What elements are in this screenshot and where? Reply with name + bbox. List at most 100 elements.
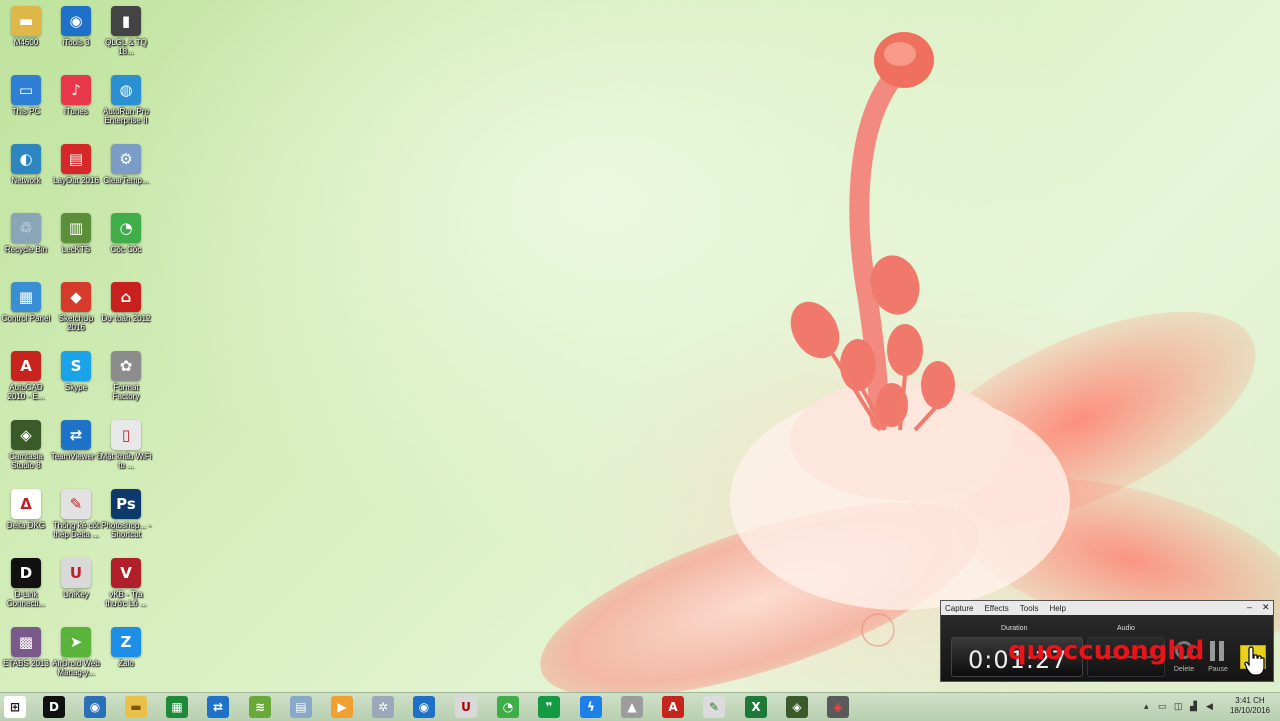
desktop-icon-label: Control Panel — [1, 314, 51, 323]
taskbar-camtasia-taskbar-icon[interactable]: ◈ — [786, 696, 808, 718]
itunes-icon: ♪ — [61, 75, 91, 105]
taskbar-acad-taskbar-icon[interactable]: A — [662, 696, 684, 718]
desktop-icon-itools[interactable]: ◉ iTools 3 — [50, 0, 102, 47]
desktop-icon-label: Network — [11, 176, 41, 185]
sketchup-icon: ◆ — [61, 282, 91, 312]
desktop-icon-network[interactable]: ◐ Network — [0, 138, 52, 185]
taskbar-media-player-icon[interactable]: ▶ — [331, 696, 353, 718]
desktop-icon-computer[interactable]: ▭ This PC — [0, 69, 52, 116]
desktop-icon-label: Dự toán 2012 — [101, 314, 151, 323]
desktop-icon-itunes[interactable]: ♪ iTunes — [50, 69, 102, 116]
desktop-icon-label: Cốc Cốc — [110, 245, 142, 254]
desktop-icon-delta[interactable]: Δ Delta DKG — [0, 483, 52, 530]
desktop-icon-teamviewer[interactable]: ⇄ TeamViewer 8 — [50, 414, 102, 461]
desktop-icon-house[interactable]: ⌂ Dự toán 2012 — [100, 276, 152, 323]
menu-tools[interactable]: Tools — [1020, 604, 1039, 613]
delete-label: Delete — [1173, 666, 1195, 673]
desktop-icon-format-factory[interactable]: ✿ Format Factory — [100, 345, 152, 401]
itools-icon: ◉ — [61, 6, 91, 36]
tray-network-icon[interactable]: ▟ — [1190, 701, 1197, 712]
desktop-icon-label: LecKTS — [61, 245, 91, 254]
unikey-icon: U — [61, 558, 91, 588]
audio-label: Audio — [1117, 625, 1135, 632]
taskbar-itools-taskbar-icon[interactable]: ◉ — [413, 696, 435, 718]
desktop-icon-label: This PC — [11, 107, 41, 116]
desktop-icon-label: D-Link Connecti... — [6, 590, 46, 608]
menu-effects[interactable]: Effects — [984, 604, 1008, 613]
desktop-icon-control-panel[interactable]: ▦ Control Panel — [0, 276, 52, 323]
gear-icon: ⚙ — [111, 144, 141, 174]
taskbar-wifi-icon[interactable]: ≋ — [249, 696, 271, 718]
desktop-icon-document[interactable]: ▮ QLGL & TQ 18... — [100, 0, 152, 56]
desktop-icon-skype[interactable]: S Skype — [50, 345, 102, 392]
taskbar-file-explorer-icon[interactable]: ▬ — [125, 696, 147, 718]
taskbar-vista-icon[interactable]: ◉ — [84, 696, 106, 718]
tray-keyboard-icon[interactable]: ▭ — [1158, 701, 1167, 712]
recorder-menubar: Capture Effects Tools Help – ✕ — [941, 601, 1273, 615]
taskbar-calculator-icon[interactable]: ▤ — [290, 696, 312, 718]
desktop-icon-globe[interactable]: ◍ AutoRun Pro Enterprise II — [100, 69, 152, 125]
clock-time: 3:41 CH — [1235, 696, 1265, 705]
taskbar-hangouts-icon[interactable]: ❞ — [538, 696, 560, 718]
taskbar-project-icon[interactable]: ▦ — [166, 696, 188, 718]
desktop-icon-pen[interactable]: ✎ Thống kê cốt thép Delta ... — [50, 483, 102, 539]
desktop-icon-camtasia[interactable]: ◈ Camtasia Studio 8 — [0, 414, 52, 470]
desktop-icon-label: UniKey — [63, 590, 89, 599]
desktop-icon-label: M4600 — [13, 38, 39, 47]
taskbar: ⊞ D ◉ ▬ ▦ ⇄ ≋ ▤ ▶ ✲ ◉ U ◔ ❞ ϟ ▲ A ✎ X ◈ ◈ ▴ ▭ ◫ ▟ ◀ 3:41 CH … — [0, 692, 1280, 721]
pause-button[interactable]: Pause — [1201, 637, 1235, 675]
duration-label: Duration — [1001, 625, 1028, 632]
pause-label: Pause — [1208, 666, 1228, 673]
taskbar-clock[interactable]: 3:41 CH 18/10/2016 — [1230, 696, 1270, 716]
desktop-icon-layout[interactable]: ▤ LayOut 2016 — [50, 138, 102, 185]
desktop-icon-chart[interactable]: ▥ LecKTS — [50, 207, 102, 254]
desktop-wallpaper — [0, 0, 1280, 692]
menu-capture[interactable]: Capture — [945, 604, 973, 613]
desktop-icon-photoshop[interactable]: Ps Photoshop... - Shortcut — [100, 483, 152, 539]
desktop-icon-vkb[interactable]: VvKB - Tra thước Lỗ ... — [100, 552, 152, 608]
desktop-icon-unikey[interactable]: U UniKey — [50, 552, 102, 599]
taskbar-messenger-icon[interactable]: ϟ — [580, 696, 602, 718]
layout-icon: ▤ — [61, 144, 91, 174]
taskbar-unikey-taskbar-icon[interactable]: U — [455, 696, 477, 718]
taskbar-excel-icon[interactable]: X — [745, 696, 767, 718]
tray-arrow-icon[interactable]: ▴ — [1144, 701, 1149, 712]
desktop-icon-recycle-bin[interactable]: ♲ Recycle Bin — [0, 207, 52, 254]
desktop-icon-dlink[interactable]: D D-Link Connecti... — [0, 552, 52, 608]
desktop-icon-airdroid[interactable]: ➤ AirDroid Web Manag-y... — [50, 621, 102, 677]
taskbar-coccoc-taskbar-icon[interactable]: ◔ — [497, 696, 519, 718]
desktop-icon-label: ETABS 2013 — [3, 659, 49, 668]
desktop-icon-autocad[interactable]: A AutoCAD 2010 - E... — [0, 345, 52, 401]
menu-help[interactable]: Help — [1049, 604, 1065, 613]
dlink-icon: D — [11, 558, 41, 588]
pen-icon: ✎ — [61, 489, 91, 519]
taskbar-teamviewer-taskbar-icon[interactable]: ⇄ — [207, 696, 229, 718]
taskbar-start-icon[interactable]: ⊞ — [4, 696, 26, 718]
desktop-icon-label: Recycle Bin — [4, 245, 48, 254]
desktop-icon-label: LayOut 2016 — [53, 176, 99, 185]
taskbar-recorder-taskbar-icon[interactable]: ◈ — [827, 696, 849, 718]
minimize-button[interactable]: – — [1247, 602, 1252, 612]
tray-volume-icon[interactable]: ◀ — [1206, 701, 1213, 712]
desktop-icon-text-file[interactable]: ▯ Mật khẩu WiFi tu ... — [100, 414, 152, 470]
flower-artwork — [540, 32, 1280, 692]
watermark-text: quoccuonghd — [1008, 636, 1205, 666]
desktop-icon-label: ClearTemp... — [103, 176, 149, 185]
camtasia-icon: ◈ — [11, 420, 41, 450]
desktop-icon-etabs[interactable]: ▩ ETABS 2013 — [0, 621, 52, 668]
desktop-icon-coccoc[interactable]: ◔ Cốc Cốc — [100, 207, 152, 254]
desktop-icon-label: Delta DKG — [6, 521, 46, 530]
taskbar-dlink-taskbar-icon[interactable]: D — [43, 696, 65, 718]
desktop-icon-folder[interactable]: ▬ M4600 — [0, 0, 52, 47]
tray-window-icon[interactable]: ◫ — [1174, 701, 1183, 712]
photoshop-icon: Ps — [111, 489, 141, 519]
close-button[interactable]: ✕ — [1262, 602, 1270, 613]
desktop-icon-sketchup[interactable]: ◆ SketchUp 2016 — [50, 276, 102, 332]
taskbar-autorun-taskbar-icon[interactable]: ▲ — [621, 696, 643, 718]
desktop-icon-label: AirDroid Web Manag-y... — [52, 659, 100, 677]
desktop-icon-gear[interactable]: ⚙ ClearTemp... — [100, 138, 152, 185]
desktop-icon-zalo[interactable]: Z Zalo — [100, 621, 152, 668]
desktop-icon-label: Mật khẩu WiFi tu ... — [100, 452, 152, 470]
taskbar-settings-tool-icon[interactable]: ✲ — [372, 696, 394, 718]
taskbar-pen-taskbar-icon[interactable]: ✎ — [703, 696, 725, 718]
